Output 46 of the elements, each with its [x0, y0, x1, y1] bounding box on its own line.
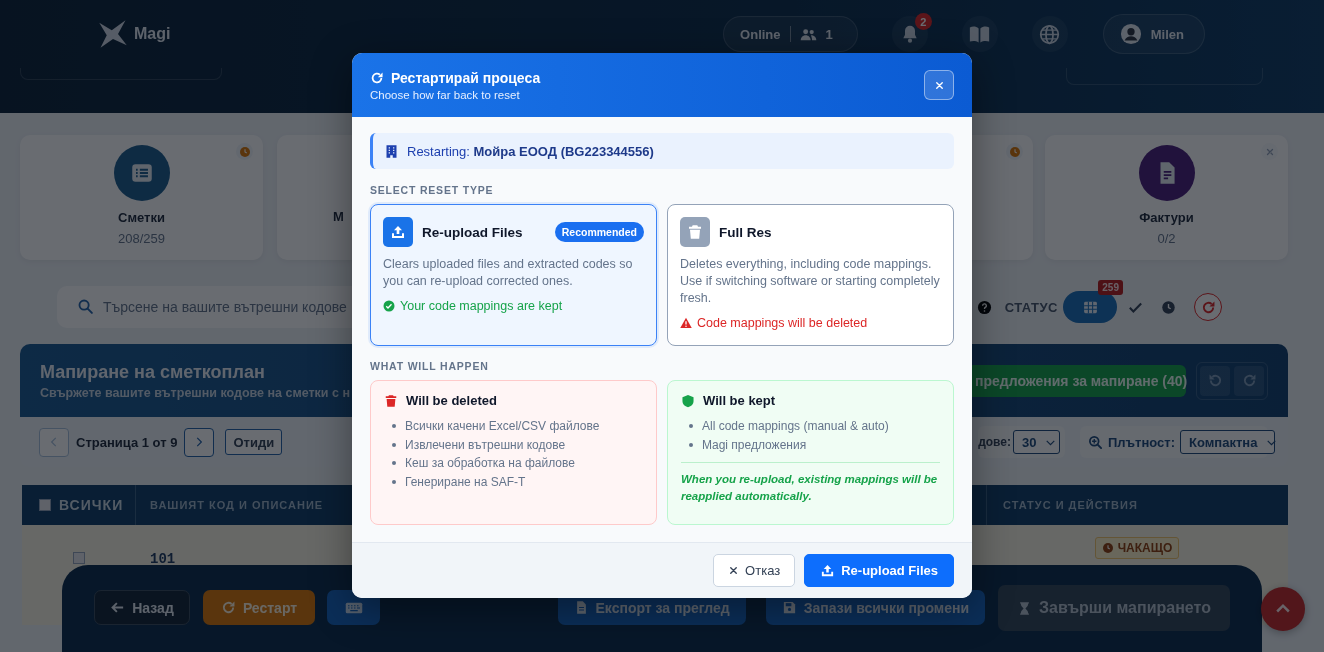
card-title: Фактури	[1139, 210, 1194, 225]
status-badge: ЧАКАЩО	[1094, 537, 1180, 559]
list-item: Генериране на SAF-T	[392, 472, 643, 491]
account-code: 101	[150, 551, 176, 567]
rows-label: дове:	[978, 435, 1011, 449]
card-title: Сметки	[118, 210, 165, 225]
logo-text: Magi	[134, 25, 171, 43]
notification-badge: 2	[914, 13, 932, 30]
restart-button[interactable]: Рестарт	[203, 590, 315, 625]
option-title: Re-upload Files	[422, 224, 523, 240]
density-label: Плътност:	[1108, 434, 1175, 450]
list-item: Извлечени вътрешни кодове	[392, 435, 643, 454]
rows-select[interactable]: 30	[1013, 430, 1060, 454]
outcome-note: When you re-upload, existing mappings will be reapplied automatically.	[681, 462, 940, 504]
filter-label: СТАТУС	[1004, 299, 1058, 315]
density-select[interactable]: Компактна	[1180, 430, 1275, 454]
column-header: ВСИЧКИ	[59, 497, 124, 513]
count-badge: 259	[1098, 280, 1123, 295]
option-card[interactable]: Full Res Deletes everything, including code mappings. Use if switching software or starting completely fresh. Code mappings will be deleted	[667, 204, 954, 346]
list-item: Magi предложения	[689, 435, 940, 454]
go-button[interactable]: Отиди	[225, 429, 283, 455]
option-description: Deletes everything, including code mappings. Use if switching software or starting completely fresh.	[680, 256, 941, 307]
card-count: 208/259	[118, 231, 165, 246]
confirm-button[interactable]: Re-upload Files	[804, 554, 954, 587]
panel-title: Мапиране на сметкоплан	[40, 361, 266, 383]
list-item: All code mappings (manual & auto)	[689, 417, 940, 436]
recommended-badge: Recommended	[554, 222, 644, 242]
dialog-subtitle: Choose how far back to reset	[370, 88, 521, 101]
section-label: WHAT WILL HAPPEN	[370, 360, 490, 372]
dialog-title: Рестартирай процеса	[391, 69, 541, 86]
section-label: SELECT RESET TYPE	[370, 184, 495, 196]
back-button[interactable]: Назад	[94, 590, 190, 625]
column-header: ВАШИЯТ КОД И ОПИСАНИЕ	[149, 499, 325, 511]
card-count: 0/2	[1157, 231, 1176, 246]
info-text: Restarting: Мойра ЕООД (BG223344556)	[407, 143, 654, 159]
cancel-button[interactable]: Отказ	[713, 554, 796, 587]
card-title: М	[333, 209, 344, 224]
page-indicator: Страница 1 от 9	[76, 434, 178, 450]
option-title: Full Res	[719, 224, 772, 240]
list-item: Всички качени Excel/CSV файлове	[392, 417, 643, 436]
column-header: СТАТУС И ДЕЙСТВИЯ	[1003, 499, 1138, 511]
list-item: Кеш за обработка на файлове	[392, 454, 643, 473]
outcome-title: Will be deleted	[406, 393, 497, 408]
option-note: Code mappings will be deleted	[697, 316, 868, 330]
option-card[interactable]: Re-upload Files Recommended Clears uploaded files and extracted codes so you can re-upload corrected ones. Your code mappings are kept	[370, 204, 657, 346]
outcome-title: Will be kept	[703, 393, 776, 408]
